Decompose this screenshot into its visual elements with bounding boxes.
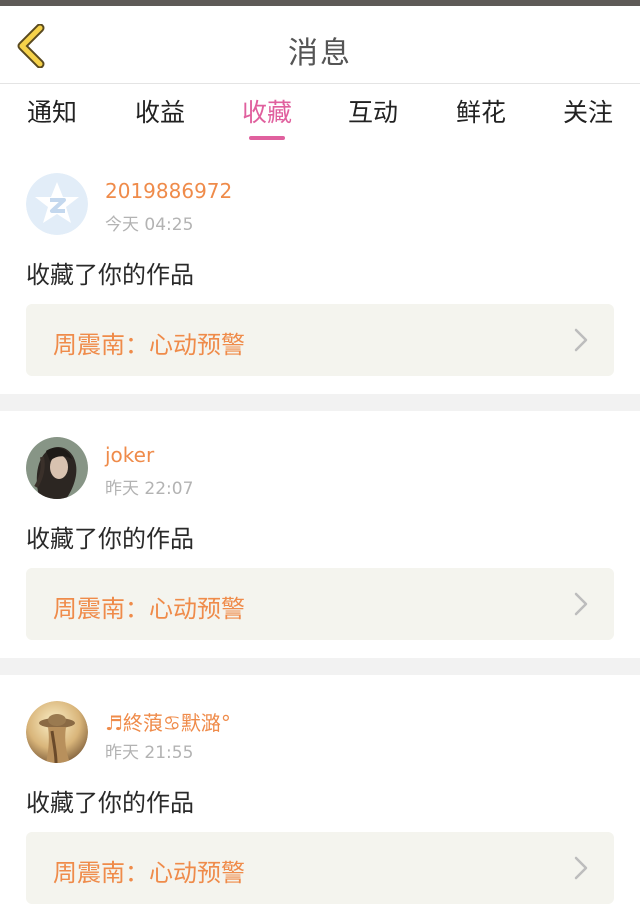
list-item: 2019886972 今天 04:25 收藏了你的作品 周震南：心动预警 bbox=[0, 147, 640, 394]
tab-favorites[interactable]: 收藏 bbox=[212, 97, 322, 140]
tab-flowers[interactable]: 鲜花 bbox=[426, 97, 536, 129]
chevron-right-icon bbox=[574, 328, 588, 352]
tab-label: 收益 bbox=[134, 98, 185, 127]
header: 消息 bbox=[0, 6, 640, 84]
work-link[interactable]: 周震南：心动预警 bbox=[26, 832, 614, 904]
qq-default-avatar-icon bbox=[26, 173, 88, 235]
action-text: 收藏了你的作品 bbox=[26, 525, 194, 553]
active-tab-indicator bbox=[249, 136, 285, 140]
work-title: 周震南：心动预警 bbox=[53, 859, 245, 887]
chevron-right-icon bbox=[574, 856, 588, 880]
divider bbox=[0, 394, 640, 411]
user-photo-icon bbox=[26, 701, 88, 763]
tab-label: 收藏 bbox=[241, 98, 292, 127]
action-text: 收藏了你的作品 bbox=[26, 789, 194, 817]
list-item: ♬終蒗♋默潞° 昨天 21:55 收藏了你的作品 周震南：心动预警 bbox=[0, 675, 640, 922]
tab-notifications[interactable]: 通知 bbox=[0, 97, 107, 129]
user-name[interactable]: ♬終蒗♋默潞° bbox=[105, 707, 231, 736]
timestamp: 昨天 21:55 bbox=[105, 743, 194, 763]
avatar[interactable] bbox=[26, 437, 88, 499]
action-text: 收藏了你的作品 bbox=[26, 261, 194, 289]
user-name[interactable]: 2019886972 bbox=[105, 179, 232, 203]
page-title: 消息 bbox=[288, 36, 352, 71]
avatar[interactable] bbox=[26, 173, 88, 235]
tab-label: 鲜花 bbox=[455, 98, 506, 127]
message-list: 2019886972 今天 04:25 收藏了你的作品 周震南：心动预警 jok… bbox=[0, 147, 640, 922]
work-link[interactable]: 周震南：心动预警 bbox=[26, 304, 614, 376]
avatar[interactable] bbox=[26, 701, 88, 763]
work-title: 周震南：心动预警 bbox=[53, 331, 245, 359]
tab-label: 互动 bbox=[347, 98, 398, 127]
timestamp: 今天 04:25 bbox=[105, 215, 194, 235]
tab-bar: 通知 收益 收藏 互动 鲜花 关注 bbox=[0, 85, 640, 147]
tab-following[interactable]: 关注 bbox=[533, 97, 640, 129]
chevron-right-icon bbox=[574, 592, 588, 616]
divider bbox=[0, 658, 640, 675]
tab-label: 关注 bbox=[562, 98, 613, 127]
tab-earnings[interactable]: 收益 bbox=[105, 97, 215, 129]
tab-label: 通知 bbox=[26, 98, 77, 127]
list-item: joker 昨天 22:07 收藏了你的作品 周震南：心动预警 bbox=[0, 411, 640, 658]
work-link[interactable]: 周震南：心动预警 bbox=[26, 568, 614, 640]
work-title: 周震南：心动预警 bbox=[53, 595, 245, 623]
timestamp: 昨天 22:07 bbox=[105, 479, 194, 499]
tab-interactions[interactable]: 互动 bbox=[318, 97, 428, 129]
user-name[interactable]: joker bbox=[105, 443, 154, 467]
user-photo-icon bbox=[26, 437, 88, 499]
